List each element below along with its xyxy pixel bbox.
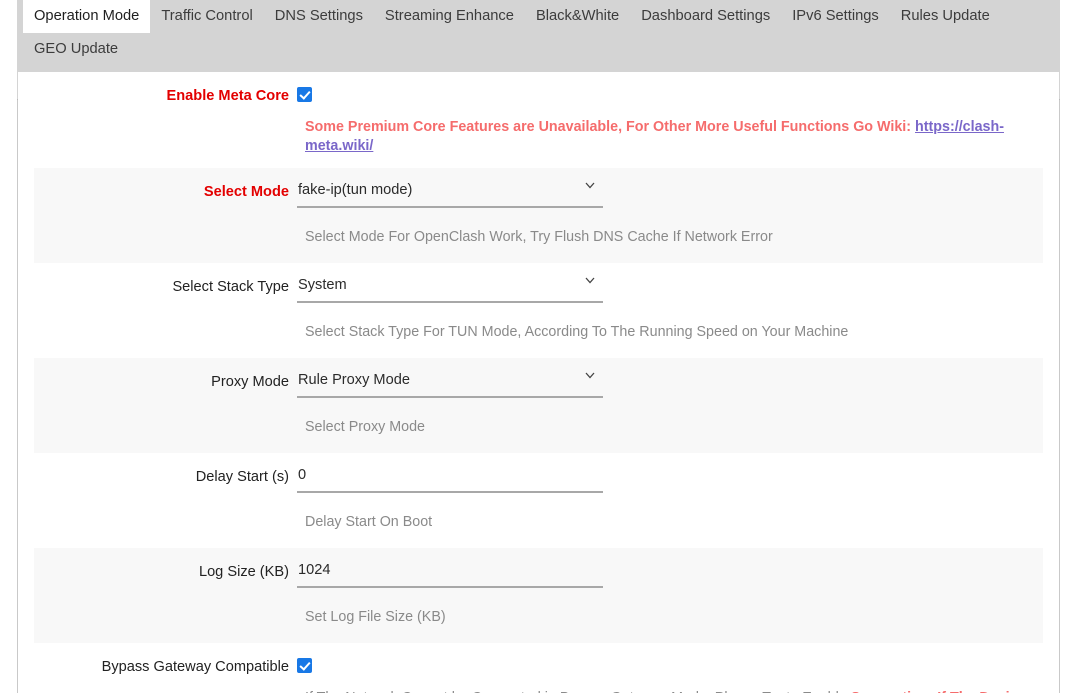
frame-right-border bbox=[1059, 71, 1060, 693]
desc-bypass-gateway: If The Network Cannot be Connected in By… bbox=[34, 689, 1043, 693]
desc-proxy-mode: Select Proxy Mode bbox=[305, 419, 425, 435]
field-row-enable-meta-core: Enable Meta Core Some Premium Core Featu… bbox=[34, 72, 1043, 168]
control-log-size bbox=[297, 560, 1043, 588]
tab-rules-update[interactable]: Rules Update bbox=[890, 0, 1001, 33]
tab-black-white[interactable]: Black&White bbox=[525, 0, 630, 33]
log-size-input[interactable] bbox=[297, 560, 603, 588]
chevron-down-icon bbox=[585, 277, 595, 287]
proxy-mode-dropdown[interactable]: Rule Proxy Mode bbox=[297, 370, 603, 398]
chevron-down-icon bbox=[585, 182, 595, 192]
tab-row-primary: Operation Mode Traffic Control DNS Setti… bbox=[17, 0, 1060, 66]
control-delay-start bbox=[297, 465, 1043, 493]
field-row-select-mode: Select Mode fake-ip(tun mode) Select Mod… bbox=[34, 168, 1043, 263]
field-row-bypass-gateway: Bypass Gateway Compatible If The Network… bbox=[34, 643, 1043, 693]
tab-traffic-control[interactable]: Traffic Control bbox=[150, 0, 263, 33]
checkbox-bypass-gateway[interactable] bbox=[297, 658, 312, 673]
label-select-mode: Select Mode bbox=[203, 184, 289, 200]
control-select-stack-type: System bbox=[297, 275, 1043, 303]
field-row-proxy-mode: Proxy Mode Rule Proxy Mode Select Proxy … bbox=[34, 358, 1043, 453]
tab-ipv6-settings[interactable]: IPv6 Settings bbox=[781, 0, 890, 33]
label-bypass-gateway: Bypass Gateway Compatible bbox=[101, 659, 289, 675]
checkbox-enable-meta-core[interactable] bbox=[297, 87, 312, 102]
desc-select-mode: Select Mode For OpenClash Work, Try Flus… bbox=[305, 229, 773, 245]
tab-geo-update[interactable]: GEO Update bbox=[23, 33, 129, 66]
field-row-delay-start: Delay Start (s) Delay Start On Boot bbox=[34, 453, 1043, 548]
label-select-stack-type: Select Stack Type bbox=[172, 279, 289, 295]
note-enable-meta-core-text: Some Premium Core Features are Unavailab… bbox=[305, 119, 916, 135]
control-bypass-gateway bbox=[297, 655, 1043, 673]
desc-delay-start: Delay Start On Boot bbox=[305, 514, 433, 530]
label-delay-start: Delay Start (s) bbox=[195, 469, 289, 485]
desc-select-stack-type: Select Stack Type For TUN Mode, Accordin… bbox=[305, 324, 849, 340]
tab-streaming-enhance[interactable]: Streaming Enhance bbox=[374, 0, 525, 33]
control-select-mode: fake-ip(tun mode) bbox=[297, 180, 1043, 208]
select-stack-type-dropdown[interactable]: System bbox=[297, 275, 603, 303]
control-enable-meta-core bbox=[297, 84, 1043, 102]
field-row-log-size: Log Size (KB) Set Log File Size (KB) bbox=[34, 548, 1043, 643]
select-mode-value: fake-ip(tun mode) bbox=[298, 182, 413, 198]
chevron-down-icon bbox=[585, 372, 595, 382]
label-log-size: Log Size (KB) bbox=[198, 564, 289, 580]
tab-dns-settings[interactable]: DNS Settings bbox=[264, 0, 374, 33]
control-proxy-mode: Rule Proxy Mode bbox=[297, 370, 1043, 398]
tab-dashboard-settings[interactable]: Dashboard Settings bbox=[630, 0, 781, 33]
delay-start-input[interactable] bbox=[297, 465, 603, 493]
select-mode-dropdown[interactable]: fake-ip(tun mode) bbox=[297, 180, 603, 208]
label-enable-meta-core: Enable Meta Core bbox=[166, 88, 289, 104]
note-enable-meta-core: Some Premium Core Features are Unavailab… bbox=[34, 118, 1043, 156]
settings-form: Enable Meta Core Some Premium Core Featu… bbox=[18, 72, 1059, 693]
proxy-mode-value: Rule Proxy Mode bbox=[298, 372, 410, 388]
openclash-settings-page: Operation Mode Traffic Control DNS Setti… bbox=[0, 0, 1076, 693]
tab-operation-mode[interactable]: Operation Mode bbox=[23, 0, 151, 33]
desc-log-size: Set Log File Size (KB) bbox=[305, 609, 446, 625]
label-proxy-mode: Proxy Mode bbox=[211, 374, 289, 390]
select-stack-type-value: System bbox=[298, 277, 347, 293]
field-row-select-stack-type: Select Stack Type System Select Stack Ty… bbox=[34, 263, 1043, 358]
